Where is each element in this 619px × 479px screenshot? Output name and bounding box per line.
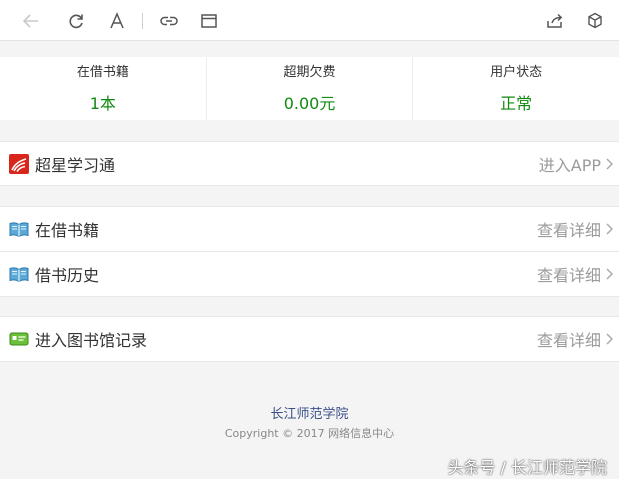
row-action[interactable]: 查看详细 <box>536 217 614 241</box>
row-action-text: 查看详细 <box>536 221 601 240</box>
copyright-text: Copyright © 2017 网络信息中心 <box>224 427 395 440</box>
window-icon[interactable] <box>198 10 220 32</box>
chevron-right-icon <box>606 220 614 239</box>
cube-icon[interactable] <box>584 10 606 32</box>
row-action-text: 查看详细 <box>536 331 601 350</box>
chevron-right-icon <box>606 330 614 349</box>
row-action-text: 进入APP <box>538 156 601 175</box>
row-label: 在借书籍 <box>35 221 100 240</box>
link-icon[interactable] <box>158 10 180 32</box>
stat-user-status: 用户状态 正常 <box>413 57 619 120</box>
stat-value: 正常 <box>500 94 533 113</box>
stat-value: 0.00元 <box>283 94 336 113</box>
stat-borrowed-books: 在借书籍 1本 <box>0 57 207 120</box>
toolbar-separator <box>142 13 143 29</box>
entry-card-icon <box>9 329 29 349</box>
row-action[interactable]: 进入APP <box>538 152 614 176</box>
stat-label: 超期欠费 <box>283 65 336 80</box>
stat-overdue-fees: 超期欠费 0.00元 <box>207 57 414 120</box>
row-action[interactable]: 查看详细 <box>536 327 614 351</box>
divider <box>0 185 619 186</box>
chevron-right-icon <box>606 155 614 174</box>
font-size-icon[interactable] <box>106 10 128 32</box>
row-chaoxing-app[interactable]: 超星学习通 进入APP <box>0 142 619 186</box>
refresh-icon[interactable] <box>65 10 87 32</box>
watermark: 头条号 / 长江师范学院 <box>447 458 607 477</box>
account-stats-panel: 在借书籍 1本 超期欠费 0.00元 用户状态 正常 <box>0 57 619 120</box>
row-label: 进入图书馆记录 <box>35 331 148 350</box>
row-borrow-history[interactable]: 借书历史 查看详细 <box>0 252 619 296</box>
row-library-entry-records[interactable]: 进入图书馆记录 查看详细 <box>0 317 619 361</box>
school-link[interactable]: 长江师范学院 <box>0 403 619 422</box>
chaoxing-logo-icon <box>9 154 29 174</box>
row-action[interactable]: 查看详细 <box>536 262 614 286</box>
row-label: 超星学习通 <box>35 156 116 175</box>
stat-value: 1本 <box>89 94 116 113</box>
stat-label: 在借书籍 <box>76 65 129 80</box>
divider <box>0 296 619 297</box>
open-book-icon <box>9 219 29 239</box>
stat-label: 用户状态 <box>490 65 543 80</box>
row-label: 借书历史 <box>35 266 100 285</box>
back-arrow-icon[interactable] <box>20 10 42 32</box>
browser-toolbar <box>0 0 619 41</box>
chevron-right-icon <box>606 265 614 284</box>
open-book-icon <box>9 264 29 284</box>
share-icon[interactable] <box>544 10 566 32</box>
row-action-text: 查看详细 <box>536 266 601 285</box>
row-borrowed-books[interactable]: 在借书籍 查看详细 <box>0 207 619 251</box>
divider <box>0 361 619 362</box>
